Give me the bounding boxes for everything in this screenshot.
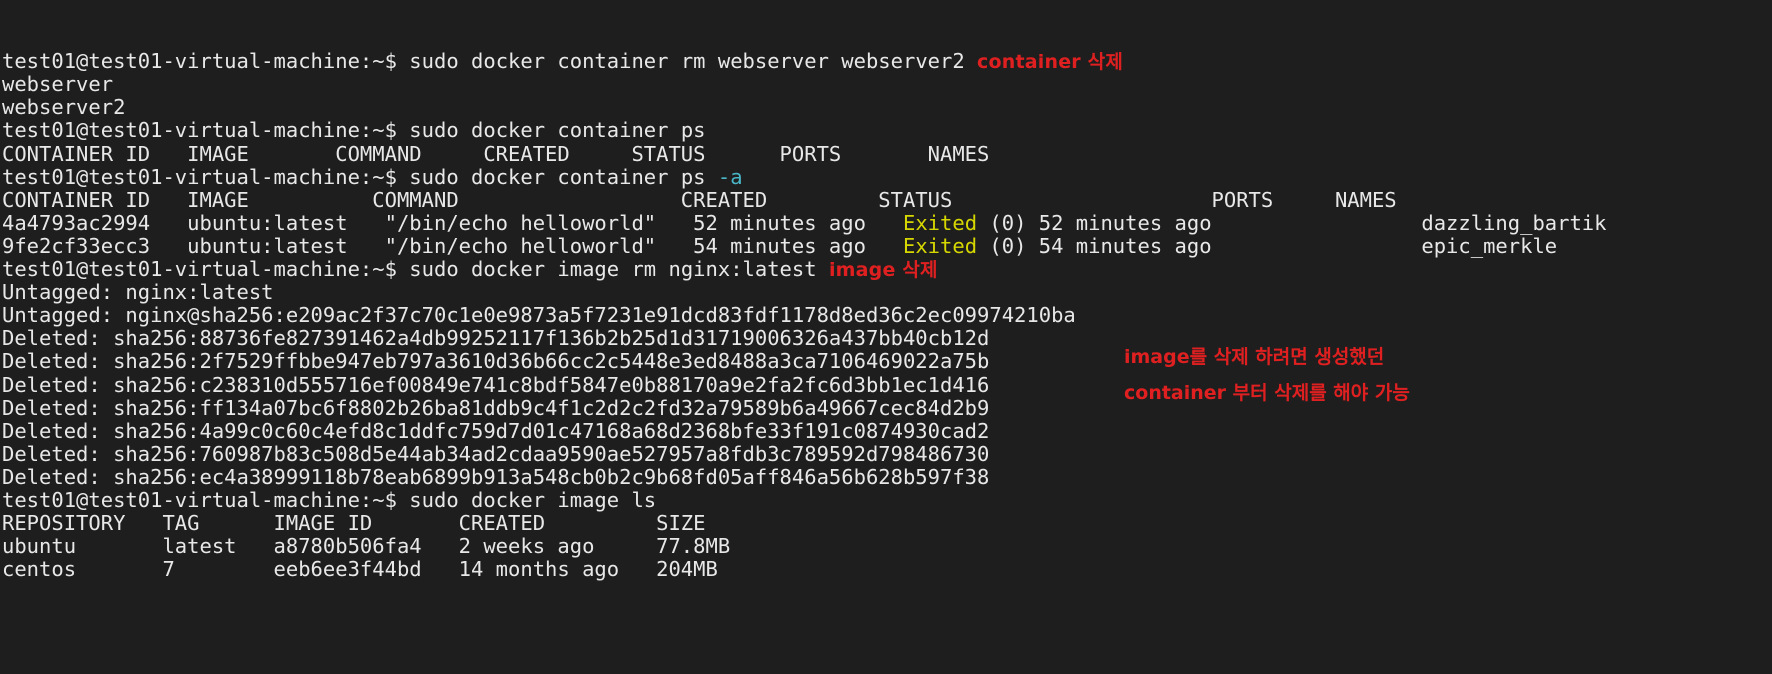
terminal-window[interactable]: test01@test01-virtual-machine:~$ sudo do…: [0, 0, 1772, 602]
terminal-line: test01@test01-virtual-machine:~$ sudo do…: [2, 49, 1772, 74]
terminal-text: Exited: [902, 210, 978, 235]
terminal-line: Untagged: nginx@sha256:e209ac2f37c70c1e0…: [2, 304, 1772, 327]
terminal-line: Deleted: sha256:ff134a07bc6f8802b26ba81d…: [2, 395, 1772, 420]
terminal-line: Deleted: sha256:2f7529ffbbe947eb797a3610…: [2, 350, 1772, 373]
terminal-text: ubuntu latest a8780b506fa4 2 weeks ago 7…: [2, 534, 731, 559]
terminal-text: sudo docker container rm webserver webse…: [409, 49, 978, 74]
terminal-line: webserver: [2, 73, 1772, 96]
terminal-text: Deleted: sha256:ff134a07bc6f8802b26ba81d…: [2, 395, 990, 420]
terminal-annotation: image 삭제: [828, 259, 938, 282]
terminal-text: Untagged: nginx@sha256:e209ac2f37c70c1e0…: [2, 303, 1076, 328]
terminal-text: test01@test01-virtual-machine:~$: [2, 164, 410, 189]
terminal-text: webserver2: [2, 95, 126, 120]
terminal-text: 9fe2cf33ecc3 ubuntu:latest "/bin/echo he…: [2, 233, 903, 258]
terminal-line: Deleted: sha256:ec4a38999118b78eab6899b9…: [2, 464, 1772, 489]
terminal-text: Deleted: sha256:88736fe827391462a4db9925…: [2, 326, 990, 351]
terminal-text: Deleted: sha256:ec4a38999118b78eab6899b9…: [2, 464, 990, 489]
terminal-text: 4a4793ac2994 ubuntu:latest "/bin/echo he…: [2, 210, 903, 235]
terminal-text: REPOSITORY TAG IMAGE ID CREATED SIZE: [2, 511, 706, 536]
terminal-text: test01@test01-virtual-machine:~$: [2, 257, 410, 282]
terminal-line: test01@test01-virtual-machine:~$ sudo do…: [2, 487, 1772, 512]
terminal-line: Deleted: sha256:760987b83c508d5e44ab34ad…: [2, 441, 1772, 466]
terminal-line: CONTAINER ID IMAGE COMMAND CREATED STATU…: [2, 187, 1772, 212]
terminal-line: CONTAINER ID IMAGE COMMAND CREATED STATU…: [2, 141, 1772, 166]
terminal-annotation: container 삭제: [977, 51, 1124, 74]
terminal-text: centos 7 eeb6ee3f44bd 14 months ago 204M…: [2, 557, 718, 582]
terminal-text: (0) 52 minutes ago dazzling_bartik: [977, 210, 1607, 235]
terminal-text: sudo docker container ps: [409, 164, 718, 189]
terminal-text: sudo docker image ls: [409, 487, 657, 512]
terminal-line: ubuntu latest a8780b506fa4 2 weeks ago 7…: [2, 535, 1772, 558]
terminal-line: Untagged: nginx:latest: [2, 281, 1772, 304]
terminal-text: webserver: [2, 72, 114, 97]
terminal-text: (0) 54 minutes ago epic_merkle: [977, 233, 1558, 258]
terminal-text: Deleted: sha256:c238310d555716ef00849e74…: [2, 372, 990, 397]
terminal-text: -a: [717, 164, 743, 189]
terminal-line: webserver2: [2, 96, 1772, 119]
terminal-text: Deleted: sha256:760987b83c508d5e44ab34ad…: [2, 441, 990, 466]
terminal-text: CONTAINER ID IMAGE COMMAND CREATED STATU…: [2, 187, 1397, 212]
terminal-line: test01@test01-virtual-machine:~$ sudo do…: [2, 164, 1772, 189]
terminal-text: test01@test01-virtual-machine:~$: [2, 118, 410, 143]
terminal-text: sudo docker container ps: [409, 118, 706, 143]
terminal-line: Deleted: sha256:4a99c0c60c4efd8c1ddfc759…: [2, 418, 1772, 443]
terminal-text: Deleted: sha256:4a99c0c60c4efd8c1ddfc759…: [2, 418, 990, 443]
terminal-text: Exited: [902, 233, 978, 258]
terminal-output: test01@test01-virtual-machine:~$ sudo do…: [2, 50, 1772, 581]
terminal-text: sudo docker image rm nginx:latest: [409, 257, 829, 282]
terminal-text: Untagged: nginx:latest: [2, 280, 274, 305]
terminal-text: CONTAINER ID IMAGE COMMAND CREATED STATU…: [2, 141, 990, 166]
terminal-line: Deleted: sha256:88736fe827391462a4db9925…: [2, 327, 1772, 350]
terminal-line: test01@test01-virtual-machine:~$ sudo do…: [2, 119, 1772, 142]
terminal-line: 4a4793ac2994 ubuntu:latest "/bin/echo he…: [2, 210, 1772, 235]
terminal-line: test01@test01-virtual-machine:~$ sudo do…: [2, 257, 1772, 282]
annotation-image-delete-note-line1: image를 삭제 하려면 생성했던: [1124, 346, 1385, 368]
annotation-image-delete-note-line2: container 부터 삭제를 해야 가능: [1124, 382, 1410, 404]
terminal-line: 9fe2cf33ecc3 ubuntu:latest "/bin/echo he…: [2, 233, 1772, 258]
terminal-text: test01@test01-virtual-machine:~$: [2, 487, 410, 512]
terminal-text: test01@test01-virtual-machine:~$: [2, 49, 410, 74]
terminal-text: Deleted: sha256:2f7529ffbbe947eb797a3610…: [2, 349, 990, 374]
terminal-line: REPOSITORY TAG IMAGE ID CREATED SIZE: [2, 512, 1772, 535]
terminal-line: Deleted: sha256:c238310d555716ef00849e74…: [2, 372, 1772, 397]
terminal-line: centos 7 eeb6ee3f44bd 14 months ago 204M…: [2, 558, 1772, 581]
